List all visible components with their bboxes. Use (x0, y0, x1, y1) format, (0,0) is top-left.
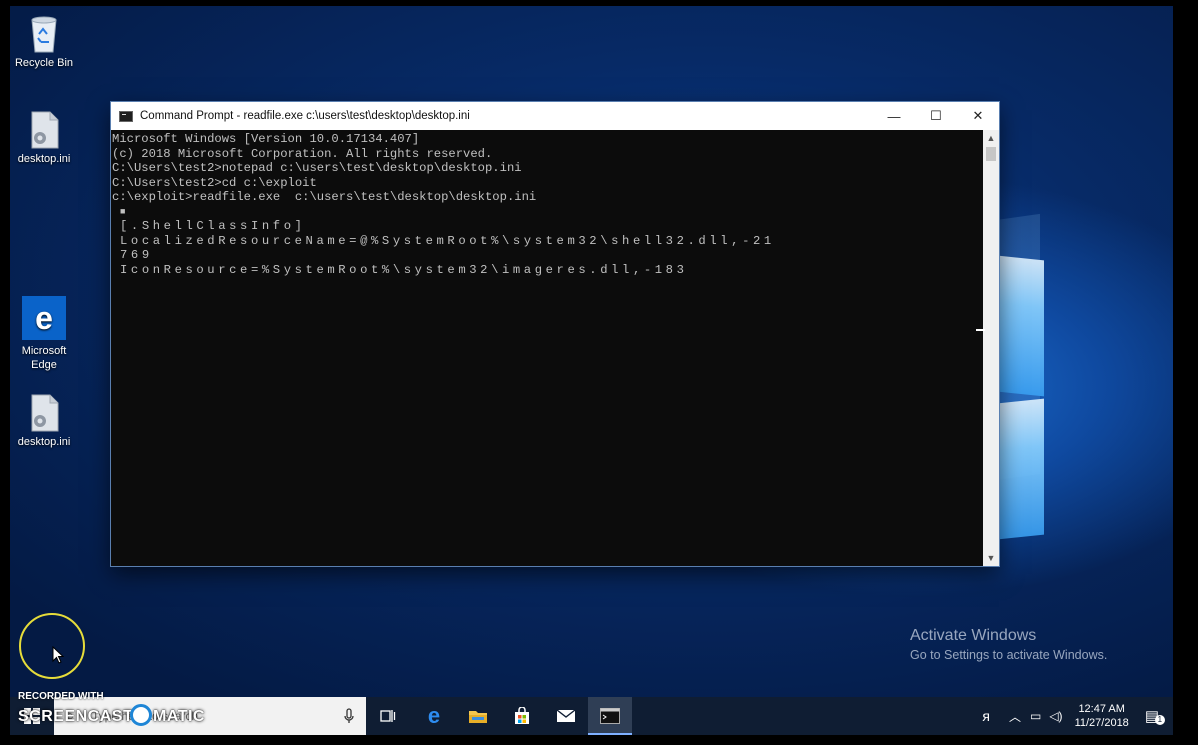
minimize-button[interactable]: — (873, 102, 915, 130)
settings-file-icon (26, 110, 62, 149)
clock-date: 11/27/2018 (1074, 717, 1129, 729)
console-line: C:\Users\test2>notepad c:\users\test\des… (112, 161, 522, 175)
notification-count-badge: 1 (1154, 715, 1165, 725)
desktop-icon-label: desktop.ini (17, 436, 71, 448)
scrollbar-thumb[interactable] (986, 147, 996, 161)
desktop-icon-microsoft-edge[interactable]: e Microsoft Edge (9, 296, 79, 372)
action-center-icon[interactable]: ▤ 1 (1137, 707, 1173, 725)
output-marker: ■ (120, 206, 130, 217)
scroll-down-icon[interactable]: ▼ (983, 550, 999, 566)
cmd-icon (600, 708, 620, 724)
settings-file-icon (26, 393, 62, 432)
mail-icon (556, 709, 576, 722)
window-title: Command Prompt - readfile.exe c:\users\t… (140, 110, 470, 122)
console-output-line: [.ShellClassInfo] (120, 219, 306, 233)
microphone-icon[interactable] (344, 708, 354, 724)
taskbar-file-explorer-button[interactable] (456, 697, 500, 735)
folder-icon (469, 711, 487, 723)
taskbar-cmd-button[interactable] (588, 697, 632, 735)
desktop-icon-label: desktop.ini (17, 153, 71, 165)
activate-subtitle: Go to Settings to activate Windows. (910, 648, 1108, 662)
windows-logo-pane (998, 398, 1044, 540)
scroll-up-icon[interactable]: ▲ (983, 130, 999, 146)
clock-time: 12:47 AM (1078, 703, 1125, 715)
close-button[interactable]: ✕ (957, 102, 999, 130)
chevron-up-icon[interactable]: ︿ (1004, 708, 1026, 725)
console-line: Microsoft Windows [Version 10.0.17134.40… (112, 132, 420, 146)
console-line: C:\Users\test2>cd c:\exploit (112, 175, 317, 190)
task-view-icon (380, 710, 396, 722)
network-icon[interactable]: ▭ (1026, 709, 1045, 723)
activate-title: Activate Windows (910, 627, 1037, 644)
volume-icon[interactable]: ◁) (1045, 709, 1066, 723)
activate-windows-watermark: Activate Windows Go to Settings to activ… (910, 627, 1107, 662)
window-titlebar[interactable]: Command Prompt - readfile.exe c:\users\t… (111, 102, 999, 130)
taskbar-store-button[interactable] (500, 697, 544, 735)
taskbar-edge-button[interactable]: e (412, 697, 456, 735)
console-line: c:\exploit>readfile.exe c:\users\test\de… (112, 190, 537, 204)
desktop-icon-recycle-bin[interactable]: Recycle Bin (9, 14, 79, 70)
desktop-icon-desktop-ini[interactable]: desktop.ini (9, 110, 79, 166)
text-cursor (976, 329, 985, 331)
edge-icon: e (427, 703, 441, 728)
maximize-button[interactable]: ☐ (915, 102, 957, 130)
recycle-bin-icon (26, 14, 62, 53)
edge-icon: e (22, 296, 66, 340)
store-bag-icon (515, 707, 529, 724)
command-prompt-window[interactable]: Command Prompt - readfile.exe c:\users\t… (111, 102, 999, 566)
people-icon[interactable]: ᴙ (968, 708, 1004, 724)
watermark-screencast-matic: SCREENCAST MATIC (18, 708, 205, 725)
clock[interactable]: 12:47 AM 11/27/2018 (1067, 702, 1137, 730)
task-view-button[interactable] (366, 697, 410, 735)
taskbar-mail-button[interactable] (544, 697, 588, 735)
console-output-line: 769 (120, 248, 153, 262)
console-output[interactable]: Microsoft Windows [Version 10.0.17134.40… (111, 130, 983, 566)
windows-logo-pane (998, 255, 1044, 397)
screencast-logo-icon (130, 704, 152, 726)
mouse-pointer-icon (52, 646, 64, 664)
watermark-recorded-with: RECORDED WITH (18, 691, 104, 702)
system-tray: ᴙ ︿ ▭ ◁) 12:47 AM 11/27/2018 ▤ 1 (968, 697, 1173, 735)
desktop-icon-label: Microsoft Edge (21, 345, 67, 371)
vertical-scrollbar[interactable]: ▲ ▼ (983, 130, 999, 566)
cmd-icon (119, 110, 133, 122)
console-line: (c) 2018 Microsoft Corporation. All righ… (112, 146, 493, 161)
console-output-line: LocalizedResourceName=@%SystemRoot%\syst… (120, 233, 775, 248)
desktop-icon-desktop-ini-2[interactable]: desktop.ini (9, 393, 79, 449)
console-output-line: IconResource=%SystemRoot%\system32\image… (120, 262, 688, 277)
desktop-icon-label: Recycle Bin (14, 57, 74, 69)
